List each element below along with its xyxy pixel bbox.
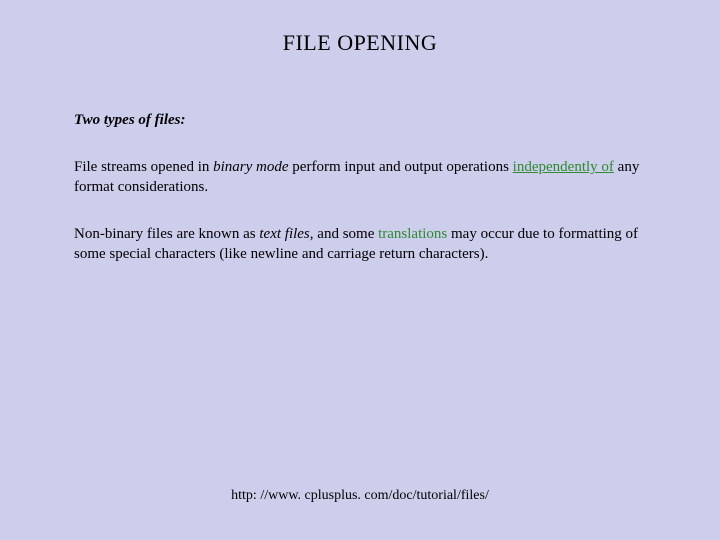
text-fragment: perform input and output operations [289, 159, 513, 175]
text-text-files: text files [259, 226, 309, 242]
slide-title: FILE OPENING [74, 30, 646, 56]
text-independently: independently of [513, 159, 614, 175]
text-fragment: File streams opened in [74, 159, 213, 175]
subhead-two-types: Two types of files: [74, 112, 646, 129]
text-translations: translations [378, 226, 447, 242]
footer-url: http: //www. cplusplus. com/doc/tutorial… [0, 488, 720, 504]
text-fragment: Non-binary files are known as [74, 226, 259, 242]
paragraph-binary-mode: File streams opened in binary mode perfo… [74, 157, 646, 198]
text-fragment: , and some [310, 226, 378, 242]
text-binary-mode: binary mode [213, 159, 288, 175]
slide: FILE OPENING Two types of files: File st… [0, 0, 720, 540]
paragraph-text-files: Non-binary files are known as text files… [74, 224, 646, 265]
